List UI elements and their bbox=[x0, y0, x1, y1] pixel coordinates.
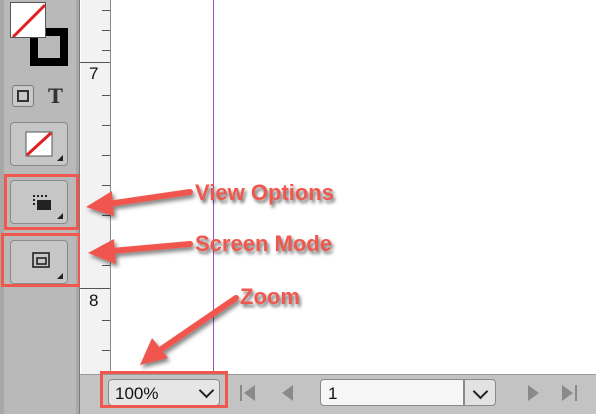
screen-mode-arrow bbox=[88, 239, 193, 264]
screen-mode-annotation: Screen Mode bbox=[195, 231, 332, 256]
zoom-arrow bbox=[140, 295, 239, 365]
zoom-annotation: Zoom bbox=[240, 284, 300, 309]
annotation-arrows bbox=[86, 189, 239, 365]
view-options-arrow bbox=[86, 189, 193, 216]
view-options-annotation: View Options bbox=[195, 180, 334, 205]
